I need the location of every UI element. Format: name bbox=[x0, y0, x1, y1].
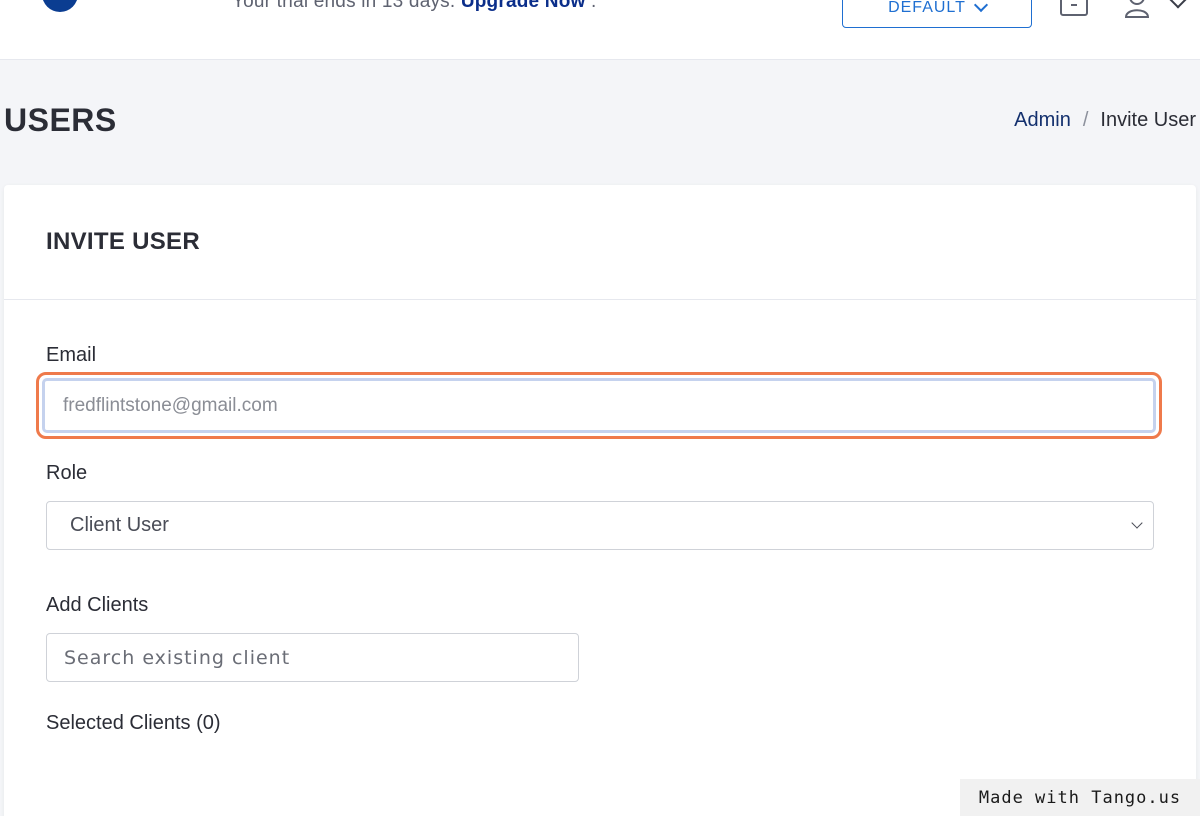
invite-user-card: INVITE USER Email Role Client User Add C… bbox=[4, 185, 1196, 816]
environment-label: DEFAULT bbox=[888, 0, 966, 16]
card-header: INVITE USER bbox=[4, 185, 1196, 300]
add-clients-label: Add Clients bbox=[46, 594, 149, 616]
user-menu-chevron-icon[interactable] bbox=[1169, 0, 1187, 9]
role-selected-value: Client User bbox=[70, 514, 169, 536]
breadcrumb-current: Invite User bbox=[1100, 109, 1196, 131]
role-select[interactable]: Client User bbox=[46, 501, 1154, 550]
document-icon[interactable] bbox=[1060, 0, 1088, 16]
environment-dropdown-button[interactable]: DEFAULT bbox=[842, 0, 1032, 28]
breadcrumb: Admin / Invite User bbox=[1014, 109, 1196, 132]
trial-text: Your trial ends in 13 days. bbox=[232, 0, 456, 12]
role-label: Role bbox=[46, 462, 88, 484]
user-icon[interactable] bbox=[1124, 0, 1150, 18]
top-bar: Your trial ends in 13 days. Upgrade Now … bbox=[0, 0, 1200, 60]
trial-notice: Your trial ends in 13 days. Upgrade Now … bbox=[232, 0, 596, 13]
app-logo[interactable] bbox=[42, 0, 78, 12]
chevron-down-icon bbox=[1131, 517, 1143, 529]
breadcrumb-admin-link[interactable]: Admin bbox=[1014, 109, 1071, 132]
trial-suffix: . bbox=[590, 0, 597, 12]
page-title: USERS bbox=[4, 102, 117, 138]
tango-watermark: Made with Tango.us bbox=[960, 779, 1200, 816]
selected-clients-count: Selected Clients (0) bbox=[46, 712, 221, 734]
email-field[interactable] bbox=[42, 378, 1156, 433]
chevron-down-icon bbox=[973, 0, 988, 13]
email-label: Email bbox=[46, 344, 97, 366]
upgrade-now-link[interactable]: Upgrade Now bbox=[461, 0, 586, 12]
breadcrumb-separator: / bbox=[1082, 109, 1089, 131]
client-search-input[interactable] bbox=[46, 633, 579, 682]
card-title: INVITE USER bbox=[46, 228, 200, 255]
